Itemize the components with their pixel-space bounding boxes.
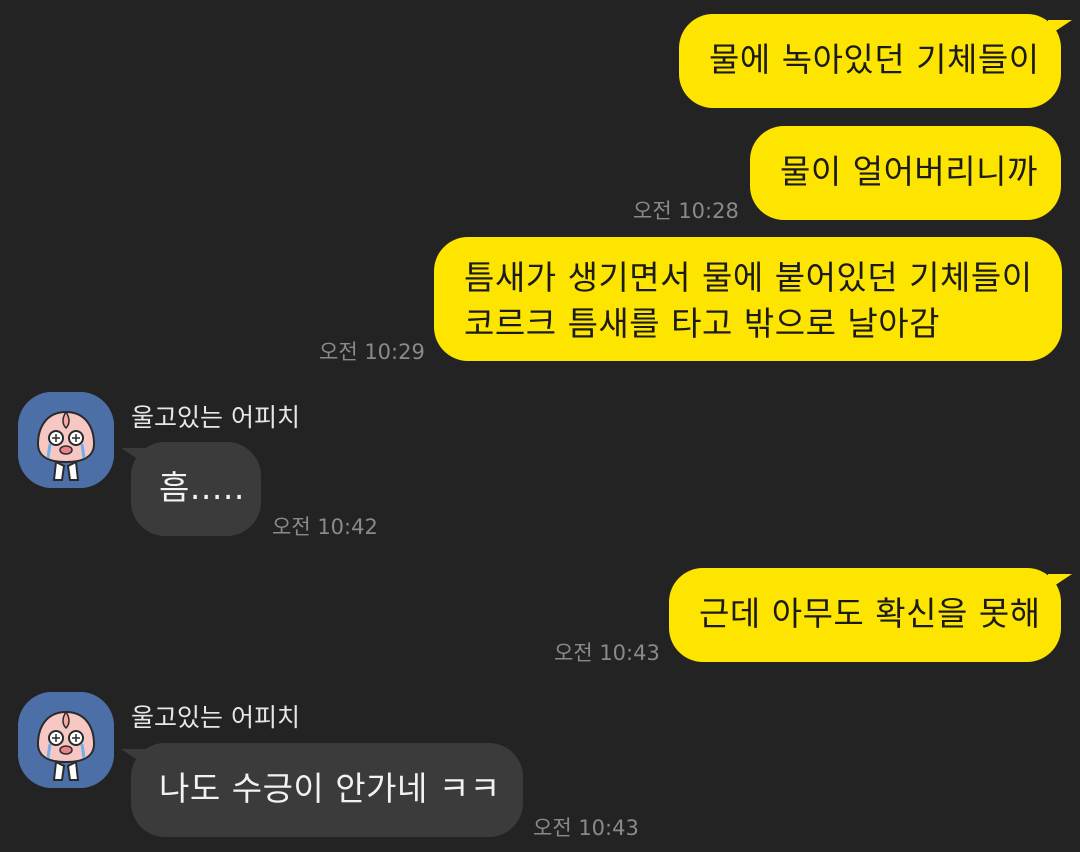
chat-window: 물에 녹아있던 기체들이 물이 얼어버리니까 오전 10:28 틈새가 생기면서… (0, 0, 1080, 852)
outgoing-message-bubble[interactable]: 근데 아무도 확신을 못해 (669, 568, 1061, 662)
crying-peach-avatar-icon (18, 392, 114, 488)
message-timestamp: 오전 10:42 (272, 515, 378, 539)
bubble-tail (1048, 574, 1072, 590)
sender-avatar[interactable] (18, 392, 114, 488)
message-text: 물에 녹아있던 기체들이 (709, 40, 1040, 79)
message-timestamp: 오전 10:43 (533, 816, 639, 840)
outgoing-message-bubble[interactable]: 물에 녹아있던 기체들이 (679, 14, 1061, 108)
sender-name: 울고있는 어피치 (131, 703, 300, 732)
crying-peach-avatar-icon (18, 692, 114, 788)
incoming-message-bubble[interactable]: 나도 수긍이 안가네 ㅋㅋ (131, 743, 523, 837)
sender-avatar[interactable] (18, 692, 114, 788)
message-text-line: 코르크 틈새를 타고 밖으로 날아감 (464, 304, 940, 343)
message-text: 물이 얼어버리니까 (780, 152, 1038, 191)
outgoing-message-bubble[interactable]: 물이 얼어버리니까 (750, 126, 1061, 220)
message-timestamp: 오전 10:29 (319, 340, 425, 364)
incoming-message-bubble[interactable]: 흠..... (131, 442, 261, 536)
message-text-line: 틈새가 생기면서 물에 붙어있던 기체들이 (464, 258, 1033, 297)
message-timestamp: 오전 10:43 (554, 641, 660, 665)
message-text: 흠..... (159, 468, 245, 507)
message-text: 근데 아무도 확신을 못해 (699, 594, 1041, 633)
outgoing-message-bubble[interactable]: 틈새가 생기면서 물에 붙어있던 기체들이 코르크 틈새를 타고 밖으로 날아감 (434, 237, 1062, 361)
bubble-tail (1048, 20, 1072, 36)
message-timestamp: 오전 10:28 (633, 199, 739, 223)
sender-name: 울고있는 어피치 (131, 403, 300, 432)
message-text: 나도 수긍이 안가네 ㅋㅋ (159, 769, 501, 808)
